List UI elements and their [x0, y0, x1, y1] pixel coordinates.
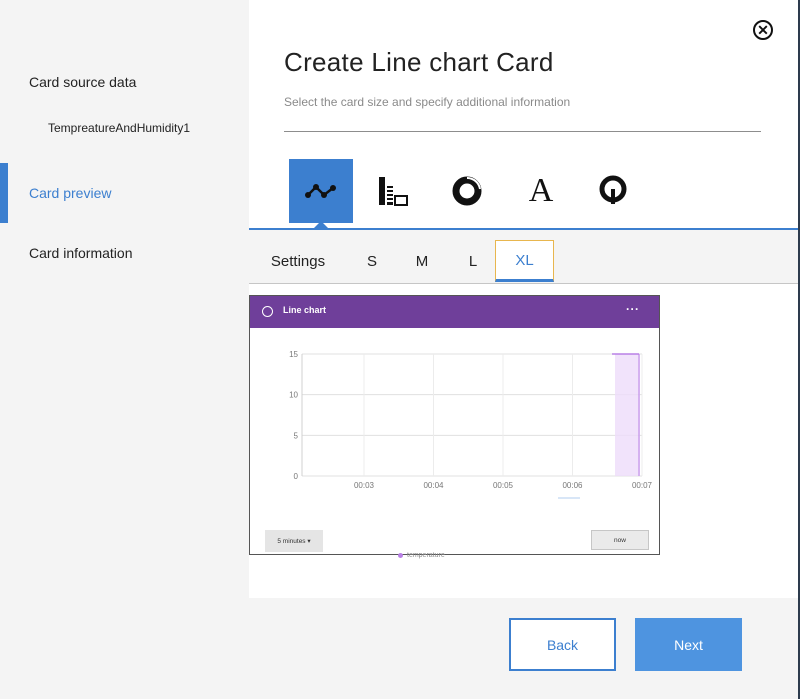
wizard-sidebar: Card source data TempreatureAndHumidity1… — [0, 0, 249, 699]
source-data-name[interactable]: TempreatureAndHumidity1 — [48, 121, 190, 135]
gauge-icon[interactable] — [581, 159, 645, 223]
now-button[interactable]: now — [591, 530, 649, 550]
back-button[interactable]: Back — [509, 618, 616, 671]
x-tick-label: 00:03 — [354, 481, 375, 490]
modal-main: ✕ Create Line chart Card Select the card… — [249, 0, 798, 699]
x-tick-label: 00:04 — [423, 481, 444, 490]
tab-s[interactable]: S — [356, 240, 388, 282]
modal-subtitle: Select the card size and specify additio… — [284, 95, 571, 109]
legend-swatch — [398, 553, 403, 558]
selected-type-caret — [314, 221, 328, 228]
tab-m[interactable]: M — [406, 240, 438, 282]
tab-l[interactable]: L — [457, 240, 489, 282]
x-tick-label: 00:06 — [562, 481, 583, 490]
y-tick-label: 0 — [294, 472, 299, 481]
card-type-icon — [262, 306, 273, 317]
close-icon[interactable]: ✕ — [753, 20, 773, 40]
tab-settings[interactable]: Settings — [263, 240, 333, 282]
modal-footer: Back Next — [249, 598, 798, 699]
overflow-menu-icon[interactable]: ··· — [626, 302, 640, 316]
step-card-source-data[interactable]: Card source data — [29, 74, 136, 90]
next-button[interactable]: Next — [635, 618, 742, 671]
active-step-indicator — [0, 163, 8, 223]
text-icon[interactable]: A — [509, 159, 573, 223]
hover-band — [615, 354, 640, 476]
step-card-preview[interactable]: Card preview — [29, 185, 111, 201]
tab-xl[interactable]: XL — [495, 240, 554, 282]
x-tick-label: 00:05 — [493, 481, 514, 490]
y-tick-label: 10 — [289, 391, 298, 400]
line-chart-icon[interactable] — [289, 159, 353, 223]
x-tick-label: 00:07 — [632, 481, 653, 490]
modal-title: Create Line chart Card — [284, 47, 554, 77]
legend-label: temperature — [407, 552, 445, 559]
card-title: Line chart — [283, 305, 327, 315]
card-body: 0 5 10 15 00:03 00:04 00:05 00:06 00:07 5 minute… — [250, 328, 659, 559]
subtitle-underline — [284, 131, 761, 132]
card-header: Line chart ··· — [250, 296, 659, 328]
donut-icon[interactable] — [435, 159, 499, 223]
line-chart: 0 5 10 15 00:03 00:04 00:05 00:06 00:07 — [289, 350, 653, 499]
step-card-information[interactable]: Card information — [29, 245, 133, 261]
y-tick-label: 15 — [289, 350, 298, 359]
preview-card: Line chart ··· 0 5 10 15 00:03 00:04 00:05 00:0… — [249, 295, 660, 559]
y-tick-label: 5 — [294, 431, 299, 440]
chart-legend: temperature — [398, 552, 445, 559]
time-range-select[interactable]: 5 minutes ▾ — [265, 530, 323, 552]
bar-table-icon[interactable] — [361, 159, 425, 223]
